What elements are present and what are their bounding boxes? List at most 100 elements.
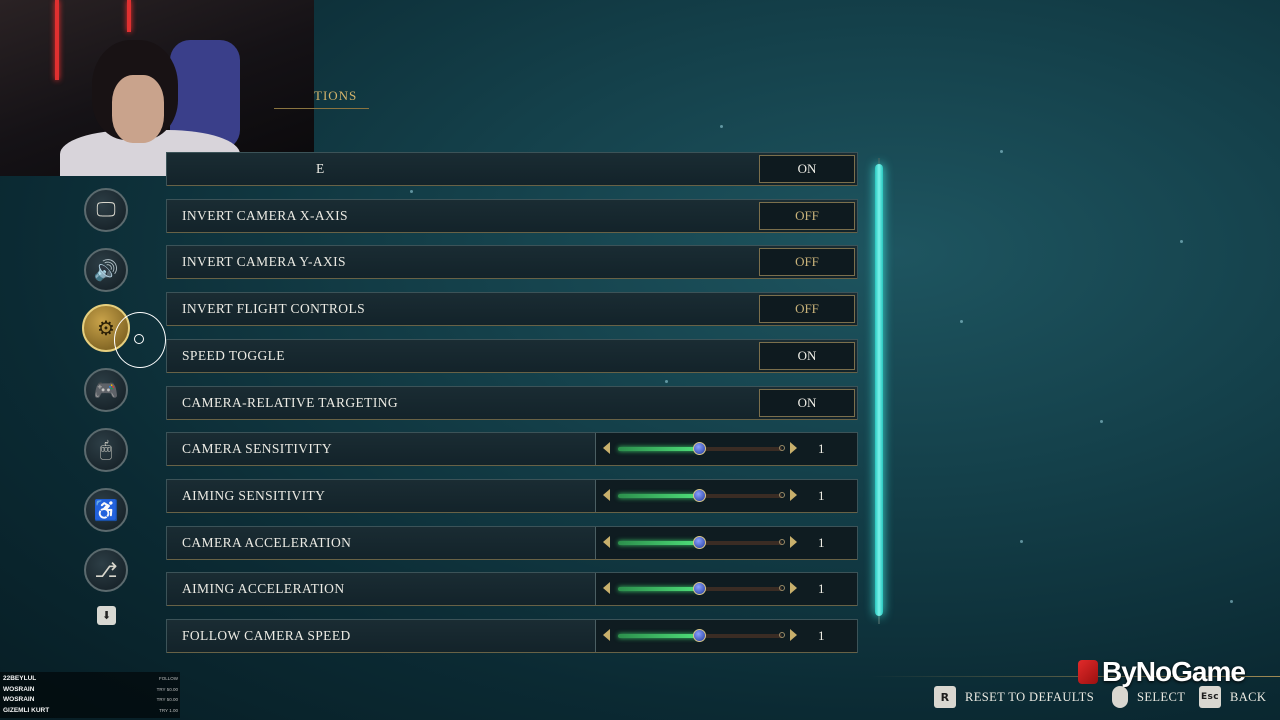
reset-label: RESET TO DEFAULTS	[965, 689, 1095, 704]
arrow-left-icon[interactable]	[603, 442, 610, 455]
setting-row[interactable]: CAMERA ACCELERATION 1	[166, 525, 858, 560]
esc-key-icon: Esc	[1199, 686, 1221, 708]
slider-knob[interactable]	[693, 488, 706, 502]
slider-value: 1	[818, 441, 825, 457]
category-tab-accessibility[interactable]: ♿	[84, 488, 128, 532]
slider-track[interactable]	[618, 442, 785, 456]
chat-name: 22BEYLUL	[3, 675, 37, 682]
slider-knob[interactable]	[693, 535, 706, 549]
setting-row[interactable]: AIMING ACCELERATION 1	[166, 572, 858, 607]
setting-row[interactable]: CAMERA SENSITIVITY 1	[166, 432, 858, 467]
brand-logo-icon	[1078, 660, 1098, 684]
setting-row[interactable]: SPEED TOGGLE ON	[166, 338, 858, 373]
slider-knob[interactable]	[693, 582, 706, 596]
slider-fill	[618, 493, 700, 498]
slider-value: 1	[818, 534, 825, 550]
gameplay-gear-icon: ⚙	[97, 317, 115, 340]
brand-watermark: ByNoGame	[1078, 656, 1246, 688]
category-tab-audio[interactable]: 🔊	[84, 248, 128, 292]
scrollbar-thumb[interactable]	[875, 164, 883, 616]
slider-control[interactable]: 1	[595, 526, 857, 559]
scroll-down-button[interactable]: ⬇	[97, 606, 116, 625]
slider-knob[interactable]	[693, 629, 706, 642]
slider-end-cap	[779, 491, 785, 498]
slider-control[interactable]: 1	[595, 479, 857, 512]
toggle-value[interactable]: OFF	[759, 201, 855, 230]
stream-chat-overlay: 22BEYLUL FOLLOW WOSRAIN TRY 50.00 WOSRAIN TRY…	[0, 672, 180, 718]
setting-row[interactable]: INVERT CAMERA X-AXIS OFF	[166, 198, 858, 233]
toggle-value[interactable]: ON	[759, 388, 855, 417]
arrow-right-icon[interactable]	[790, 535, 797, 548]
slider-value: 1	[818, 628, 825, 643]
category-tab-mouse[interactable]: 🖱	[84, 428, 128, 472]
arrow-right-icon[interactable]	[790, 629, 797, 641]
setting-row[interactable]: FOLLOW CAMERA SPEED 1	[166, 619, 858, 653]
slider-fill	[618, 587, 700, 592]
setting-label: CAMERA-RELATIVE TARGETING	[182, 394, 399, 410]
setting-row[interactable]: CAMERA-RELATIVE TARGETING ON	[166, 385, 858, 420]
arrow-right-icon[interactable]	[790, 488, 797, 501]
slider-track[interactable]	[618, 629, 785, 642]
setting-row[interactable]: INVERT FLIGHT CONTROLS OFF	[166, 292, 858, 327]
audio-icon: 🔊	[93, 259, 119, 282]
setting-row[interactable]: E ON	[166, 152, 858, 186]
r-key-icon: R	[934, 686, 956, 708]
chat-name: WOSRAIN	[3, 696, 35, 703]
category-tab-display[interactable]: 🖵	[84, 188, 128, 232]
arrow-left-icon[interactable]	[603, 535, 610, 548]
arrow-left-icon[interactable]	[603, 488, 610, 501]
slider-value: 1	[818, 487, 825, 503]
slider-value: 1	[818, 581, 825, 597]
select-button[interactable]: SELECT	[1112, 686, 1185, 708]
accessibility-icon: ♿	[93, 499, 119, 522]
select-label: SELECT	[1137, 689, 1186, 704]
slider-track[interactable]	[618, 488, 785, 502]
slider-fill	[618, 634, 700, 638]
slider-end-cap	[779, 538, 785, 545]
arrow-left-icon[interactable]	[603, 629, 610, 641]
slider-fill	[618, 540, 700, 545]
slider-control[interactable]: 1	[595, 433, 857, 466]
slider-end-cap	[779, 445, 785, 452]
network-icon: ⎇	[94, 559, 118, 582]
toggle-value[interactable]: ON	[759, 341, 855, 370]
toggle-value[interactable]: OFF	[759, 248, 855, 277]
settings-scrollbar[interactable]	[875, 158, 883, 624]
back-button[interactable]: Esc BACK	[1199, 686, 1266, 708]
section-title: TIONS	[273, 88, 370, 109]
chat-name: GIZEMLI KURT	[3, 706, 50, 714]
arrow-right-icon[interactable]	[790, 442, 797, 455]
back-label: BACK	[1230, 689, 1267, 704]
toggle-value[interactable]: OFF	[759, 295, 855, 324]
setting-label: CAMERA ACCELERATION	[182, 534, 352, 550]
arrow-left-icon[interactable]	[603, 582, 610, 595]
setting-label: CAMERA SENSITIVITY	[182, 441, 333, 457]
chat-amount: FOLLOW	[158, 676, 178, 681]
toggle-value[interactable]: ON	[759, 155, 855, 183]
slider-knob[interactable]	[693, 442, 706, 456]
category-tab-network[interactable]: ⎇	[84, 548, 128, 592]
slider-track[interactable]	[618, 535, 785, 549]
setting-label: AIMING ACCELERATION	[182, 581, 345, 597]
arrow-right-icon[interactable]	[790, 582, 797, 595]
display-icon: 🖵	[96, 198, 116, 221]
chat-amount: TRY 50.00	[156, 697, 178, 702]
setting-label: E	[316, 161, 325, 176]
setting-label: INVERT FLIGHT CONTROLS	[182, 301, 365, 317]
mouse-click-icon	[1112, 686, 1128, 708]
setting-label: INVERT CAMERA X-AXIS	[182, 207, 348, 223]
cursor-dot	[134, 334, 144, 344]
mouse-icon: 🖱	[100, 438, 112, 461]
category-tab-controller[interactable]: 🎮	[84, 368, 128, 412]
slider-track[interactable]	[618, 582, 785, 596]
slider-control[interactable]: 1	[595, 573, 857, 606]
slider-control[interactable]: 1	[595, 620, 857, 652]
controller-icon: 🎮	[93, 379, 119, 402]
reset-to-defaults-button[interactable]: R RESET TO DEFAULTS	[934, 686, 1094, 708]
setting-row[interactable]: INVERT CAMERA Y-AXIS OFF	[166, 245, 858, 280]
webcam-overlay	[0, 0, 314, 176]
setting-row[interactable]: AIMING SENSITIVITY 1	[166, 478, 858, 513]
slider-end-cap	[779, 585, 785, 592]
setting-label: SPEED TOGGLE	[182, 347, 285, 363]
chat-amount: TRY 1.00	[159, 707, 178, 713]
